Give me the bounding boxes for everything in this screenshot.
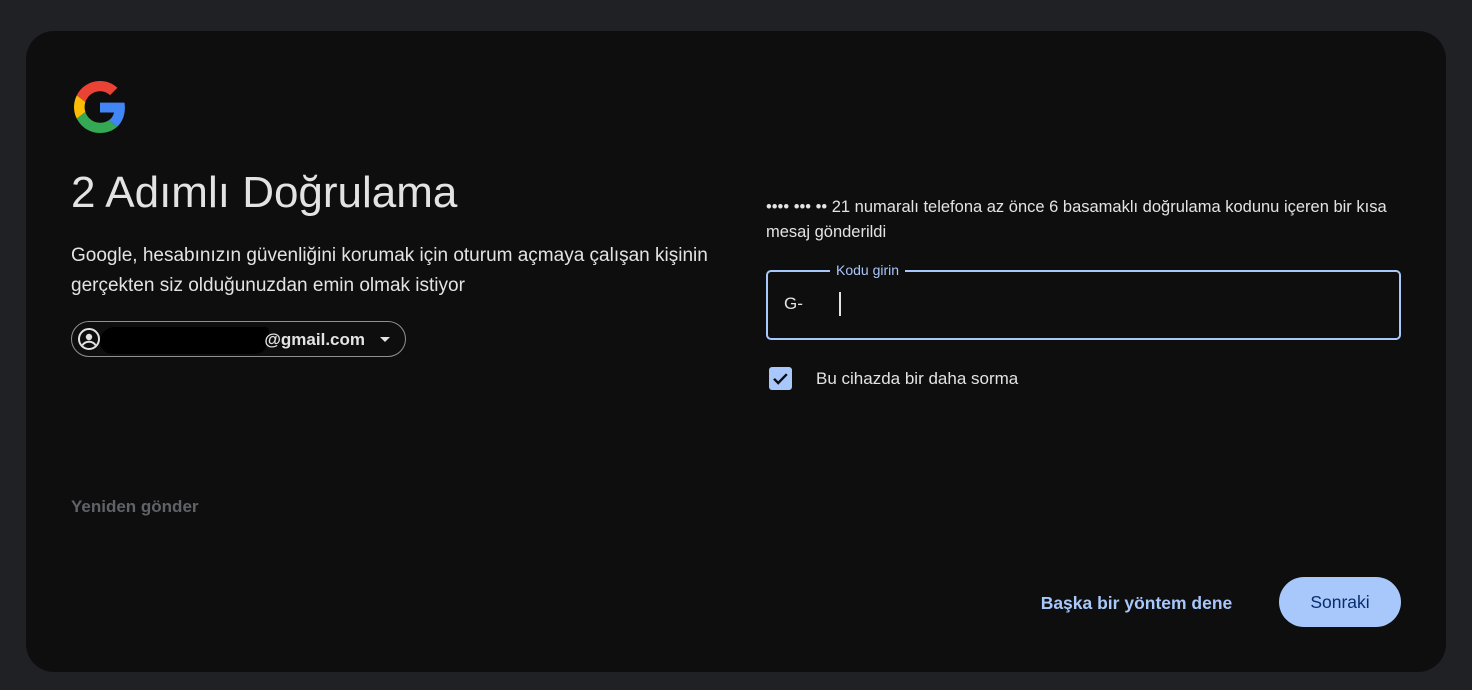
remember-device-checkbox[interactable] bbox=[769, 367, 792, 390]
code-input[interactable] bbox=[838, 290, 1382, 322]
code-prefix: G- bbox=[784, 294, 803, 313]
account-circle-icon bbox=[78, 328, 100, 350]
resend-link[interactable]: Yeniden gönder bbox=[71, 497, 199, 517]
sms-info-text: •••• ••• •• 21 numaralı telefona az önce… bbox=[766, 198, 1387, 241]
code-field[interactable]: Kodu girin G- bbox=[766, 262, 1401, 340]
caret-down-icon bbox=[380, 337, 390, 342]
next-button[interactable]: Sonraki bbox=[1279, 577, 1401, 627]
account-email: @gmail.com bbox=[264, 330, 365, 349]
try-another-way-button[interactable]: Başka bir yöntem dene bbox=[1029, 583, 1244, 623]
code-field-label: Kodu girin bbox=[830, 262, 906, 278]
text-cursor bbox=[839, 292, 841, 316]
google-logo-icon bbox=[74, 81, 125, 133]
page-subtitle: Google, hesabınızın güvenliğini korumak … bbox=[71, 245, 708, 296]
account-chip[interactable]: @gmail.com bbox=[71, 321, 406, 357]
page-title: 2 Adımlı Doğrulama bbox=[71, 168, 458, 217]
sign-in-card: 2 Adımlı Doğrulama Google, hesabınızın g… bbox=[26, 31, 1446, 672]
checkmark-icon bbox=[773, 373, 788, 385]
redacted-email-mask bbox=[98, 327, 270, 354]
remember-device-label[interactable]: Bu cihazda bir daha sorma bbox=[816, 369, 1018, 389]
